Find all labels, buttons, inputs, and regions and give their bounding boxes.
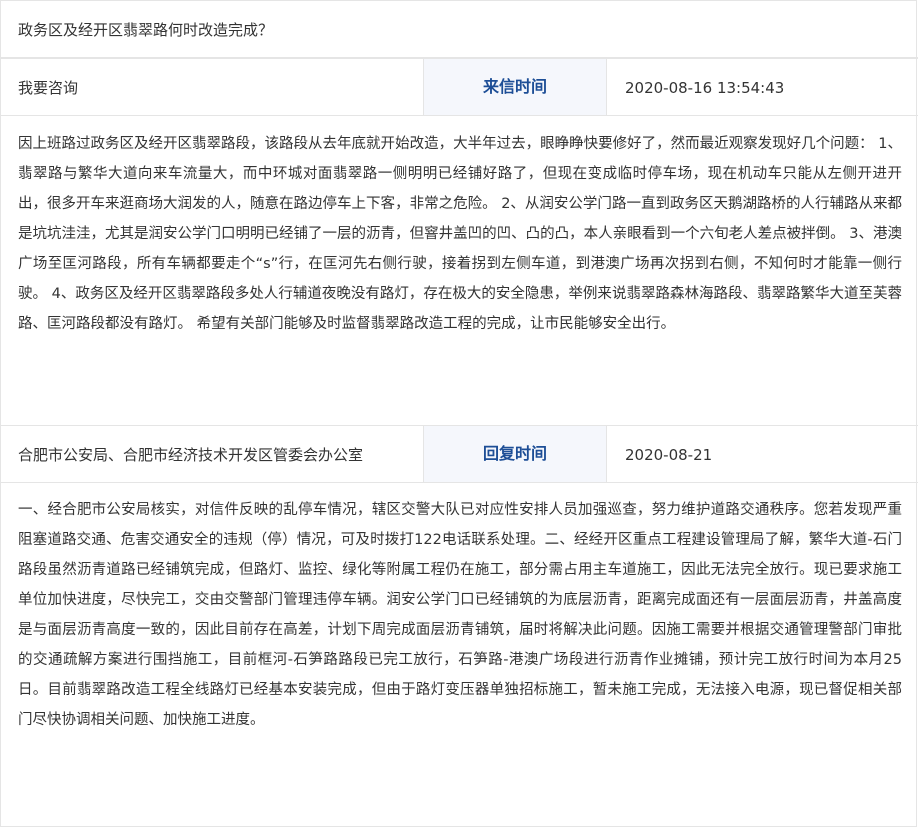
letter-title: 政务区及经开区翡翠路何时改造完成？ — [18, 21, 274, 39]
reply-time-label: 回复时间 — [482, 444, 547, 463]
title-row: 政务区及经开区翡翠路何时改造完成？ — [1, 1, 918, 58]
reply-time-label-cell: 回复时间 — [423, 426, 607, 482]
reply-department: 合肥市公安局、合肥市经济技术开发区管委会办公室 — [18, 446, 364, 464]
letter-detail-table: 政务区及经开区翡翠路何时改造完成？ 我要咨询 来信时间 2020-08-16 1… — [0, 0, 918, 827]
letter-category: 我要咨询 — [18, 79, 79, 97]
sent-time-label: 来信时间 — [482, 77, 547, 96]
reply-meta-row: 合肥市公安局、合肥市经济技术开发区管委会办公室 回复时间 2020-08-21 — [1, 425, 918, 483]
letter-content: 因上班路过政务区及经开区翡翠路段，该路段从去年底就开始改造，大半年过去，眼睁睁快… — [18, 136, 902, 332]
reply-content: 一、经合肥市公安局核实，对信件反映的乱停车情况，辖区交警大队已对应性安排人员加强… — [18, 502, 902, 728]
sent-time-value: 2020-08-16 13:54:43 — [625, 79, 785, 97]
sent-time-label-cell: 来信时间 — [423, 59, 607, 115]
letter-meta-row: 我要咨询 来信时间 2020-08-16 13:54:43 — [1, 58, 918, 116]
reply-time-value: 2020-08-21 — [625, 446, 713, 464]
